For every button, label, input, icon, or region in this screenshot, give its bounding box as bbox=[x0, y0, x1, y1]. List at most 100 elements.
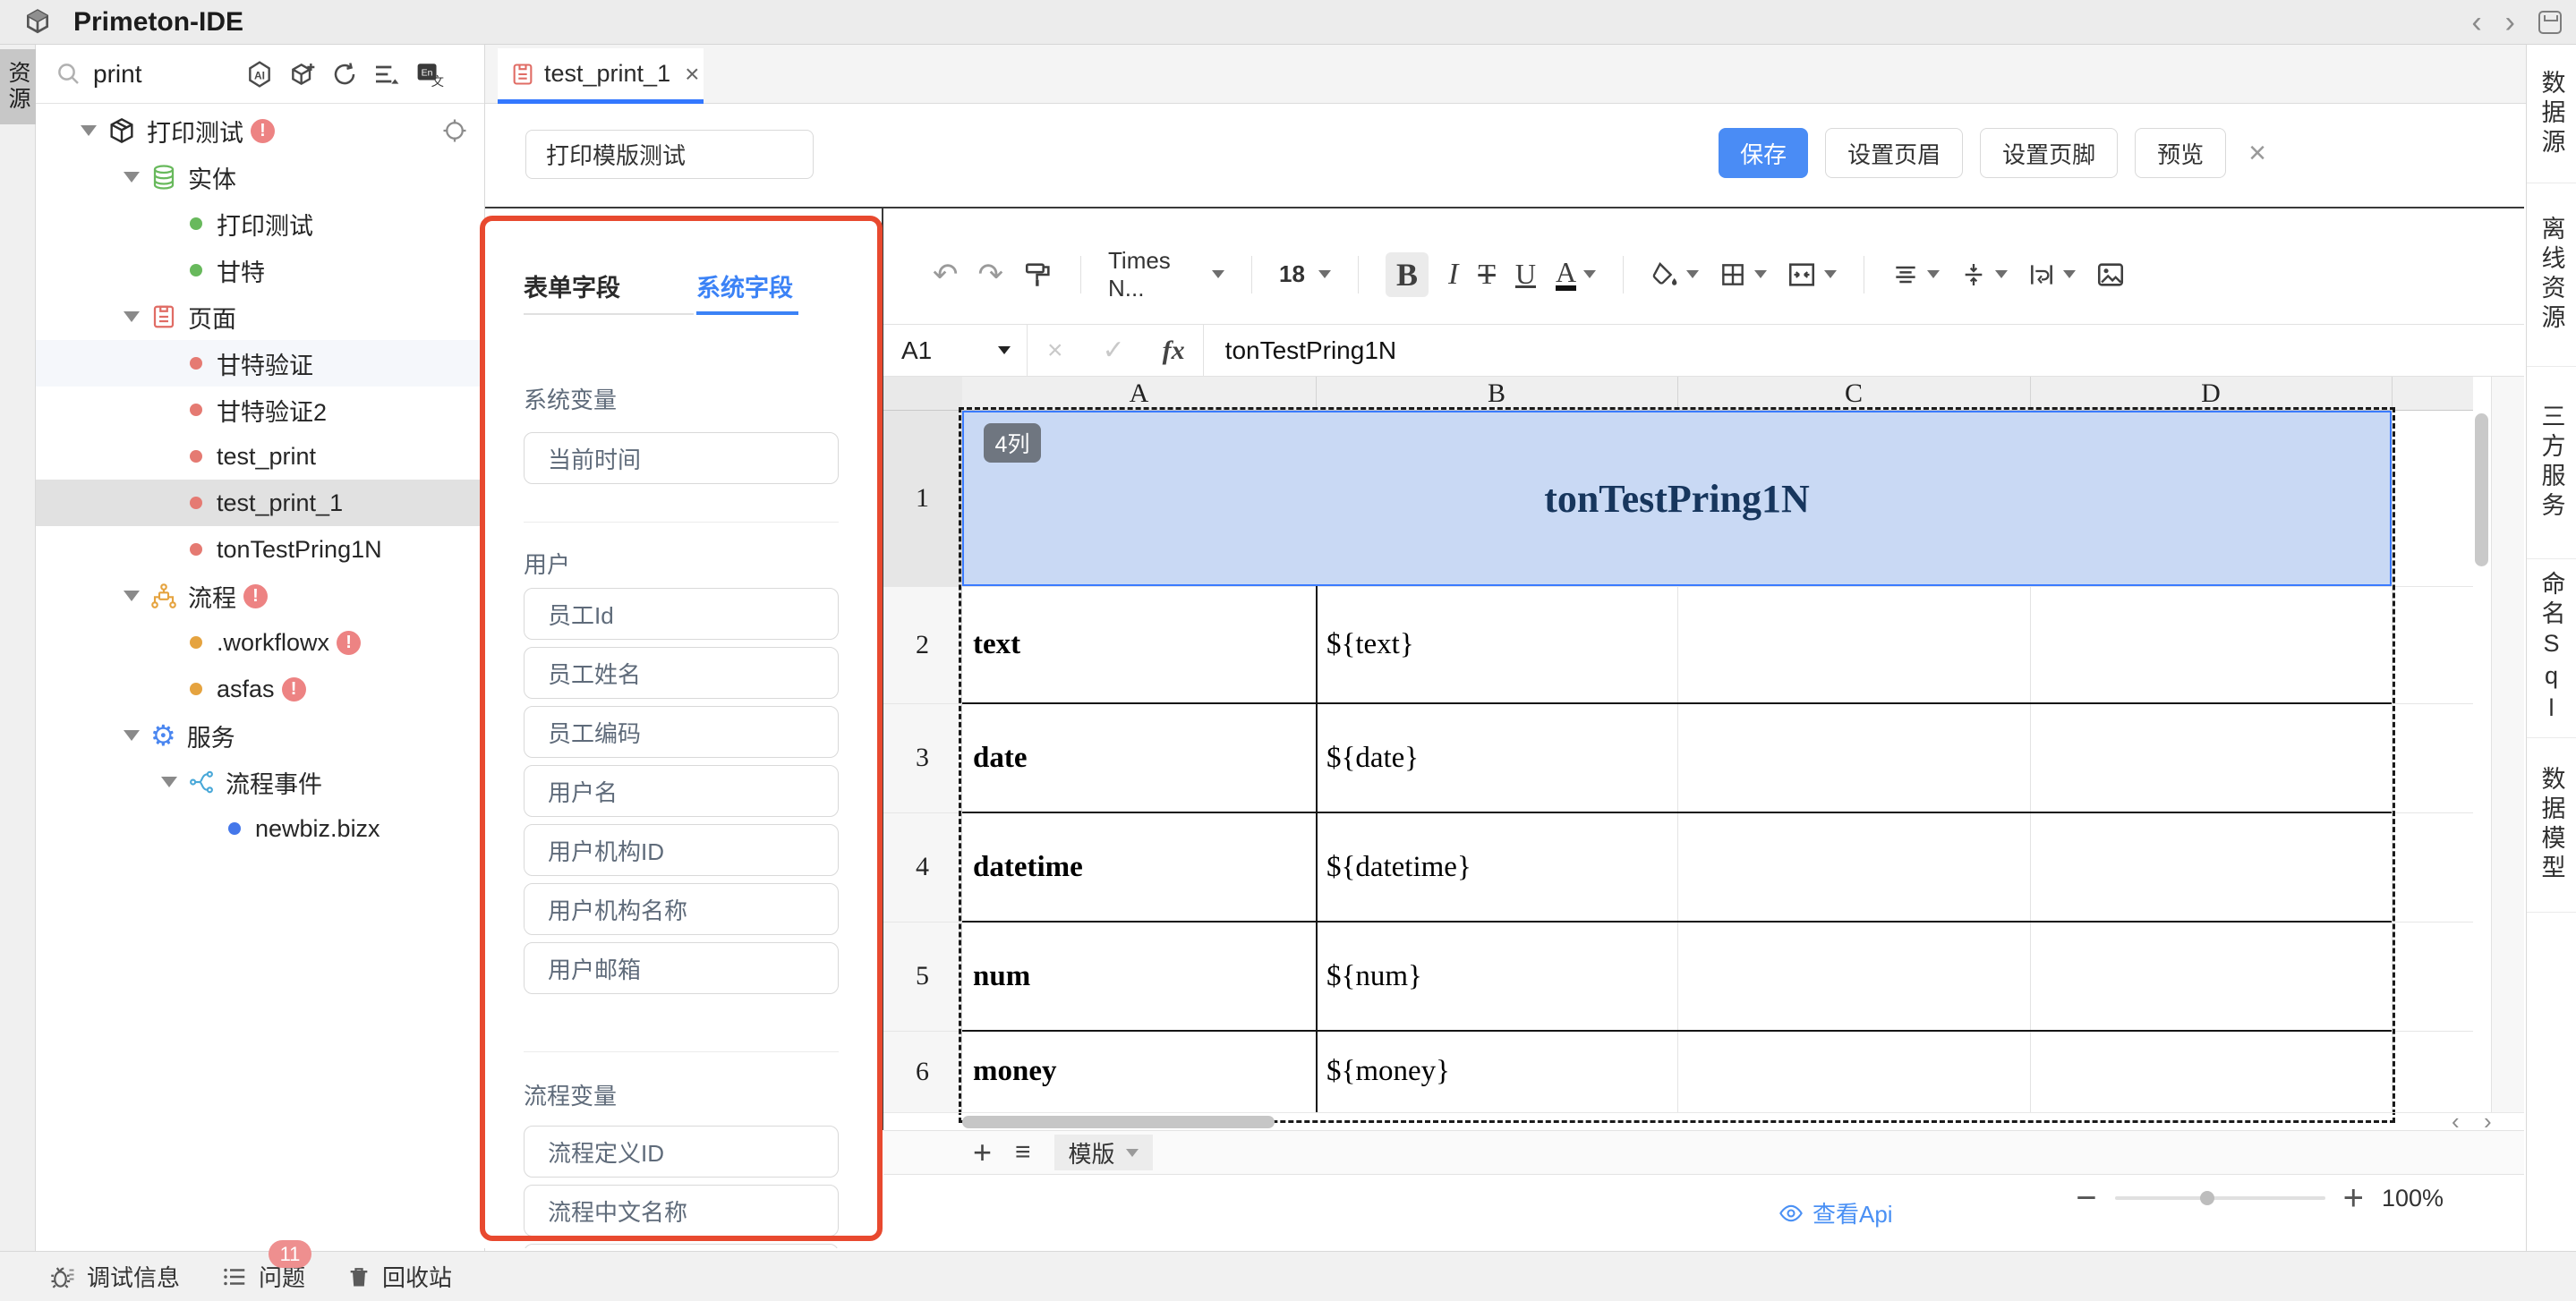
collapse-list-icon[interactable] bbox=[372, 60, 401, 89]
chevron-down-icon[interactable] bbox=[161, 777, 177, 787]
nav-forward-icon[interactable]: › bbox=[2505, 0, 2515, 45]
tab-system-fields[interactable]: 系统字段 bbox=[696, 268, 798, 315]
add-sheet-icon[interactable]: + bbox=[973, 1136, 992, 1169]
column-header-empty[interactable] bbox=[2392, 377, 2473, 411]
field-username[interactable]: 用户名 bbox=[524, 765, 839, 817]
chevron-down-icon[interactable] bbox=[124, 172, 140, 183]
chevron-down-icon[interactable] bbox=[81, 125, 97, 136]
strikethrough-button[interactable]: T bbox=[1478, 258, 1496, 291]
zoom-in-icon[interactable]: + bbox=[2343, 1180, 2364, 1216]
row-header-3[interactable]: 3 bbox=[883, 703, 962, 812]
set-footer-button[interactable]: 设置页脚 bbox=[1980, 128, 2118, 178]
chevron-down-icon[interactable] bbox=[124, 311, 140, 322]
row-header-5[interactable]: 5 bbox=[883, 922, 962, 1031]
close-editor-icon[interactable]: × bbox=[2248, 136, 2266, 171]
tree-item-page-gantt-verify[interactable]: 甘特验证 bbox=[36, 340, 484, 387]
fill-color-dropdown[interactable] bbox=[1651, 260, 1699, 289]
tree-item-services[interactable]: ⚙ 服务 bbox=[36, 712, 484, 759]
save-button[interactable]: 保存 bbox=[1719, 128, 1808, 178]
field-user-email[interactable]: 用户邮箱 bbox=[524, 942, 839, 994]
nav-back-icon[interactable]: ‹ bbox=[2471, 0, 2481, 45]
grid-corner[interactable] bbox=[883, 377, 962, 411]
column-header-b[interactable]: B bbox=[1316, 377, 1677, 411]
row-header-6[interactable]: 6 bbox=[883, 1031, 962, 1112]
translate-icon[interactable]: En文 bbox=[415, 60, 446, 89]
tab-form-fields[interactable]: 表单字段 bbox=[524, 268, 694, 315]
horizontal-align-dropdown[interactable] bbox=[1891, 260, 1940, 289]
field-current-time[interactable]: 当前时间 bbox=[524, 432, 839, 484]
italic-button[interactable]: I bbox=[1448, 258, 1458, 292]
set-header-button[interactable]: 设置页眉 bbox=[1825, 128, 1963, 178]
close-icon[interactable]: × bbox=[685, 60, 699, 89]
ai-assist-icon[interactable]: AI bbox=[245, 60, 274, 89]
font-size-dropdown[interactable]: 18 bbox=[1279, 260, 1331, 288]
recycle-bin-button[interactable]: 回收站 bbox=[346, 1260, 452, 1293]
resources-vertical-tab[interactable]: 资源 bbox=[0, 49, 36, 124]
cell-reference-dropdown[interactable]: A1 bbox=[883, 336, 1027, 365]
field-user-org-name[interactable]: 用户机构名称 bbox=[524, 883, 839, 935]
tree-item-page-test-print[interactable]: test_print bbox=[36, 433, 484, 480]
tree-item-asfas[interactable]: asfas ! bbox=[36, 666, 484, 712]
tree-item-workflowx[interactable]: .workflowx ! bbox=[36, 619, 484, 666]
view-api-link[interactable]: 查看Api bbox=[1778, 1196, 1893, 1229]
column-header-c[interactable]: C bbox=[1677, 377, 2030, 411]
preview-button[interactable]: 预览 bbox=[2135, 128, 2226, 178]
sheet-tab-template[interactable]: 模版 bbox=[1054, 1135, 1153, 1170]
sidebar-item-third-party-services[interactable]: 三方服务 bbox=[2527, 367, 2576, 559]
sidebar-item-offline-resources[interactable]: 离线资源 bbox=[2527, 183, 2576, 367]
column-header-d[interactable]: D bbox=[2030, 377, 2392, 411]
row-header-1[interactable]: 1 bbox=[883, 411, 962, 586]
field-employee-id[interactable]: 员工Id bbox=[524, 588, 839, 640]
chevron-down-icon[interactable] bbox=[124, 730, 140, 741]
horizontal-scrollbar-thumb[interactable] bbox=[962, 1116, 1275, 1128]
tree-item-workflows[interactable]: 流程 ! bbox=[36, 573, 484, 619]
save-layout-icon[interactable] bbox=[2538, 11, 2562, 34]
chevron-down-icon[interactable] bbox=[124, 591, 140, 601]
row-header-4[interactable]: 4 bbox=[883, 812, 962, 922]
undo-icon[interactable]: ↶ bbox=[933, 259, 959, 290]
tree-item-print-test-project[interactable]: 打印测试 ! bbox=[36, 107, 484, 154]
tree-item-entity-print-test[interactable]: 打印测试 bbox=[36, 200, 484, 247]
zoom-slider-knob[interactable] bbox=[2200, 1191, 2214, 1205]
underline-button[interactable]: U bbox=[1515, 258, 1536, 291]
sheet-list-icon[interactable]: ≡ bbox=[1015, 1137, 1031, 1168]
sidebar-item-data-model[interactable]: 数据模型 bbox=[2527, 738, 2576, 913]
font-color-dropdown[interactable]: A bbox=[1556, 259, 1596, 291]
refresh-icon[interactable] bbox=[331, 61, 358, 88]
zoom-slider[interactable] bbox=[2115, 1196, 2325, 1200]
tree-item-page-tontestpring1n[interactable]: tonTestPring1N bbox=[36, 526, 484, 573]
column-header-a[interactable]: A bbox=[962, 377, 1316, 411]
horizontal-scrollbar[interactable]: ‹ › bbox=[883, 1112, 2524, 1130]
confirm-entry-icon[interactable]: ✓ bbox=[1083, 335, 1145, 366]
formula-value[interactable]: tonTestPring1N bbox=[1204, 336, 1396, 365]
selected-merged-cell[interactable]: tonTestPring1N bbox=[962, 411, 2392, 586]
vertical-scrollbar[interactable] bbox=[2475, 413, 2488, 566]
template-name-input[interactable] bbox=[525, 130, 814, 179]
format-painter-icon[interactable] bbox=[1023, 259, 1053, 290]
tree-item-workflow-events[interactable]: 流程事件 bbox=[36, 759, 484, 805]
tree-item-pages[interactable]: 页面 bbox=[36, 293, 484, 340]
field-flow-cn-name[interactable]: 流程中文名称 bbox=[524, 1185, 839, 1237]
zoom-out-icon[interactable]: − bbox=[2076, 1180, 2096, 1216]
field-user-org-id[interactable]: 用户机构ID bbox=[524, 824, 839, 876]
field-employee-name[interactable]: 员工姓名 bbox=[524, 647, 839, 699]
borders-dropdown[interactable] bbox=[1719, 260, 1767, 289]
vertical-align-dropdown[interactable] bbox=[1959, 260, 2008, 289]
locate-icon[interactable] bbox=[441, 117, 468, 144]
font-family-dropdown[interactable]: Times N... bbox=[1108, 247, 1224, 302]
new-resource-icon[interactable] bbox=[288, 60, 317, 89]
debug-info-button[interactable]: 调试信息 bbox=[49, 1260, 180, 1293]
tree-item-page-gantt-verify2[interactable]: 甘特验证2 bbox=[36, 387, 484, 433]
redo-icon[interactable]: ↷ bbox=[978, 259, 1004, 290]
function-icon[interactable]: fx bbox=[1145, 336, 1203, 366]
tree-item-page-test-print-1[interactable]: test_print_1 bbox=[36, 480, 484, 526]
text-wrap-dropdown[interactable] bbox=[2027, 260, 2076, 289]
field-flow-def-id[interactable]: 流程定义ID bbox=[524, 1126, 839, 1178]
sidebar-item-named-sql[interactable]: 命名Sql bbox=[2527, 559, 2576, 738]
tree-item-newbiz-bizx[interactable]: newbiz.bizx bbox=[36, 805, 484, 852]
tree-item-entity-gantt[interactable]: 甘特 bbox=[36, 247, 484, 293]
field-partial[interactable] bbox=[524, 1244, 839, 1248]
field-employee-code[interactable]: 员工编码 bbox=[524, 706, 839, 758]
bold-button[interactable]: B bbox=[1386, 252, 1429, 297]
row-header-2[interactable]: 2 bbox=[883, 586, 962, 703]
